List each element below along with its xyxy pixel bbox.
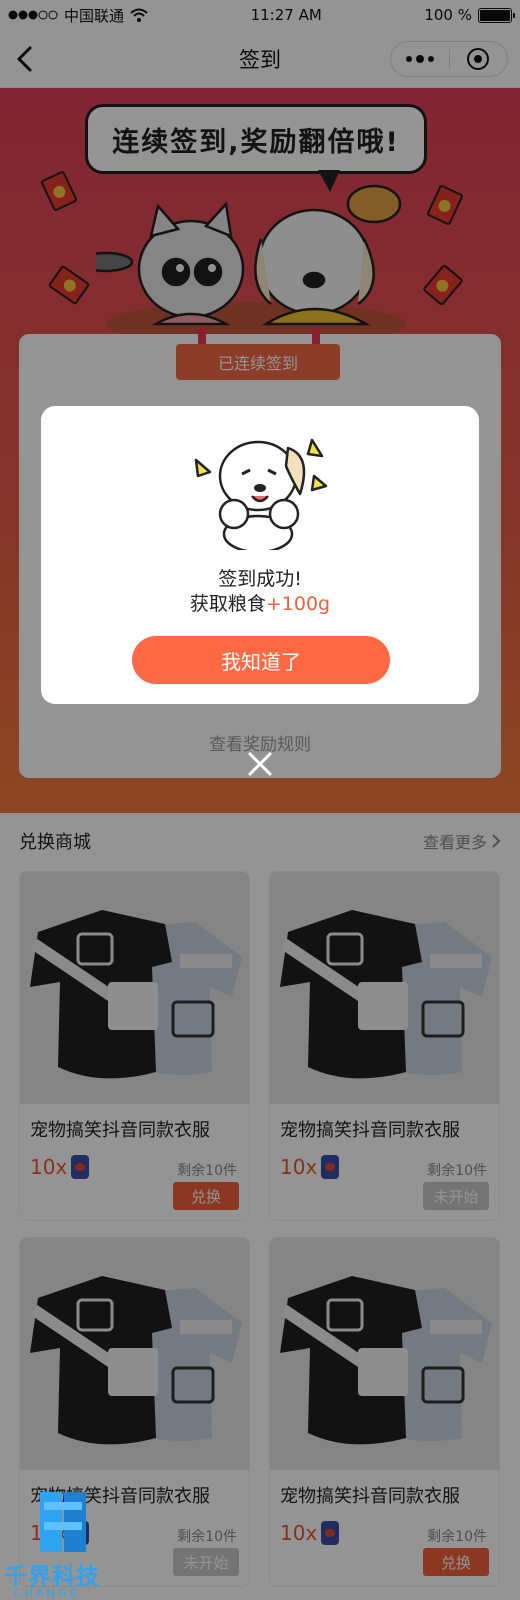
happy-dog-icon [194,438,328,550]
got-it-button[interactable]: 我知道了 [132,636,390,684]
reward-prefix: 获取粮食 [189,593,266,615]
sign-in-success-modal: 签到成功! 获取粮食+100g 我知道了 [41,406,479,704]
modal-overlay[interactable] [0,0,520,1600]
watermark-text: 千界科技 [4,1564,100,1590]
watermark-subtext: CHANGE [14,1587,80,1600]
reward-text: 获取粮食+100g [41,589,479,616]
reward-amount: +100g [265,593,331,615]
close-icon[interactable] [246,750,274,778]
success-title: 签到成功! [218,568,302,590]
